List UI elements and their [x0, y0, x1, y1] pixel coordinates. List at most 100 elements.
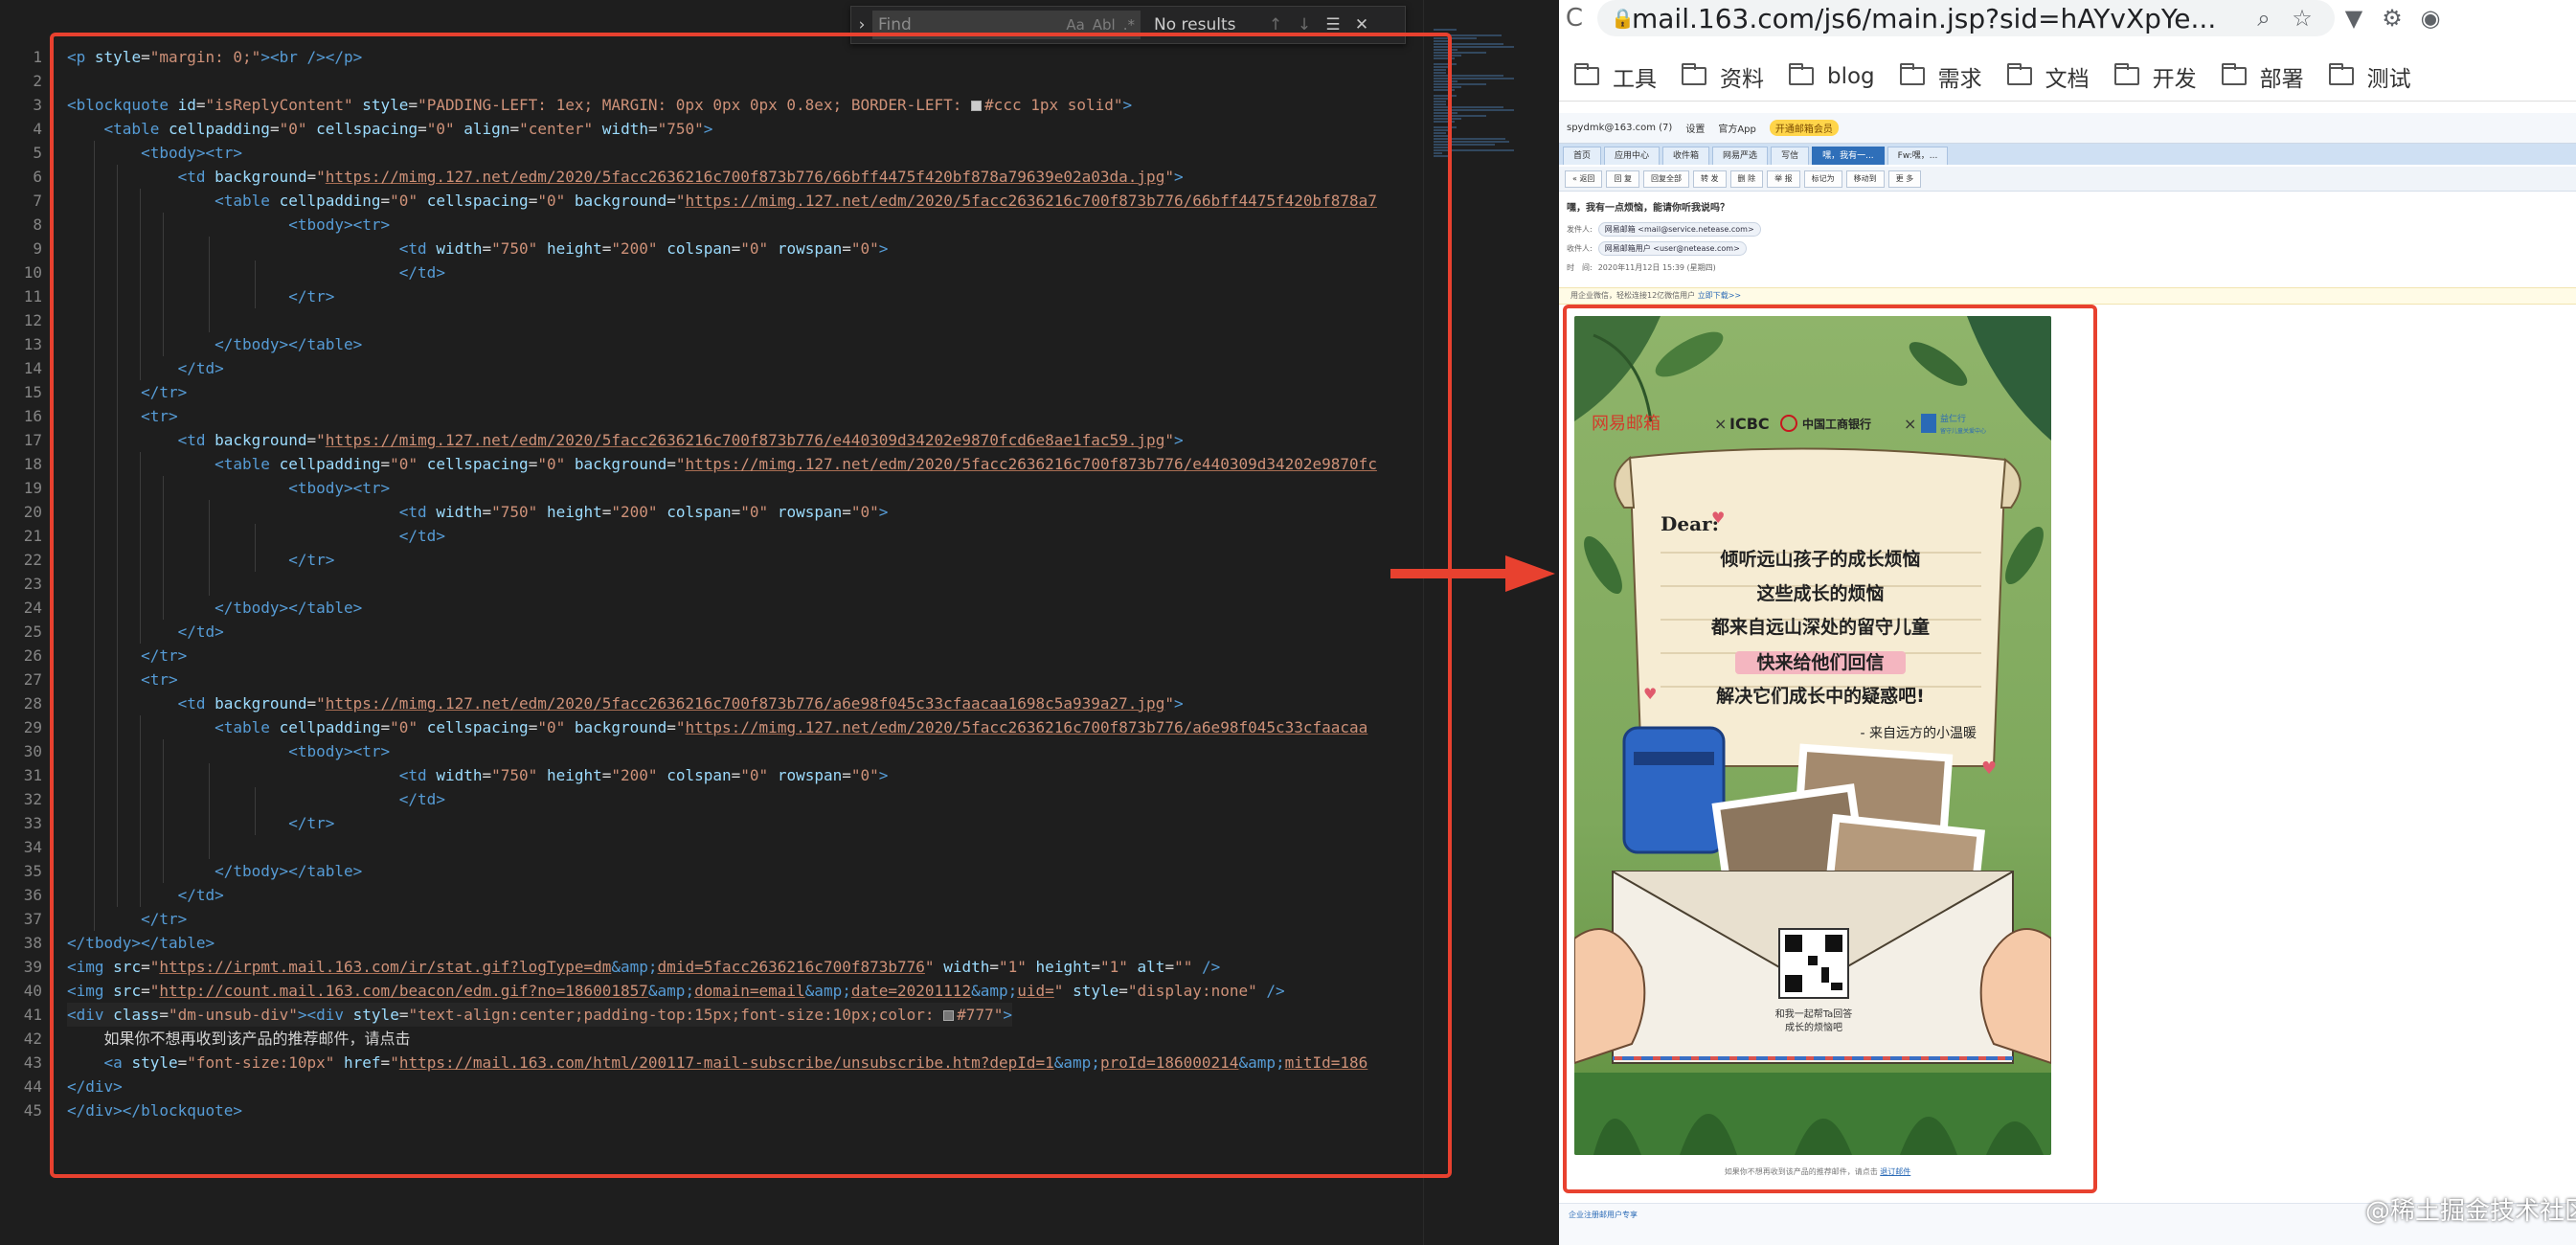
from-chip[interactable]: 网易邮箱 <mail@service.netease.com> [1597, 221, 1761, 237]
code-line[interactable]: <td width="750" height="200" colspan="0"… [67, 763, 889, 787]
code-line[interactable]: <table cellpadding="0" cellspacing="0" b… [67, 189, 1377, 213]
mail-tab[interactable]: 收件箱 [1662, 147, 1710, 165]
code-line[interactable]: </tr> [67, 907, 187, 931]
unsubscribe-link[interactable]: 退订邮件 [1880, 1167, 1910, 1176]
promo-poster-image[interactable]: 网易邮箱 × ICBC 中国工商银行 × 益仁行 留守儿童关爱中心 Dear: … [1574, 316, 2051, 1155]
top-link-app[interactable]: 官方App [1718, 121, 1756, 135]
code-line[interactable]: <table cellpadding="0" cellspacing="0" a… [67, 117, 713, 141]
to-chip[interactable]: 网易邮箱用户 <user@netease.com> [1597, 240, 1747, 256]
close-icon[interactable]: ✕ [1347, 15, 1376, 34]
mail-toolbar-button[interactable]: 回 复 [1606, 170, 1639, 188]
code-line[interactable]: </tr> [67, 284, 334, 308]
mail-toolbar-button[interactable]: 移动到 [1845, 170, 1885, 188]
code-area[interactable]: <p style="margin: 0;"><br /></p> <blockqu… [67, 0, 1419, 1245]
selection-icon[interactable]: ☰ [1319, 15, 1347, 34]
mail-tab[interactable]: 写信 [1771, 147, 1810, 165]
code-token: https://mimg.127.net/edm/2020/5facc26362… [685, 455, 1377, 473]
code-line[interactable]: </tr> [67, 548, 334, 572]
code-line[interactable]: </div> [67, 1075, 123, 1098]
star-icon[interactable]: ☆ [2283, 5, 2321, 32]
mail-tab[interactable]: Fw:嘿，... [1887, 147, 1949, 165]
notice-link[interactable]: 立即下载>> [1698, 291, 1741, 300]
mail-toolbar-button[interactable]: 标记为 [1803, 170, 1842, 188]
code-line[interactable]: </td> [67, 356, 224, 380]
bookmark-item[interactable]: 部署 [2221, 60, 2304, 93]
mail-tab[interactable]: 网易严选 [1712, 147, 1769, 165]
line-number: 27 [23, 670, 42, 689]
mail-toolbar-button[interactable]: 举 报 [1767, 170, 1800, 188]
code-line[interactable]: <td background="https://mimg.127.net/edm… [67, 165, 1184, 189]
code-line[interactable]: <table cellpadding="0" cellspacing="0" b… [67, 715, 1367, 739]
code-line[interactable]: <a style="font-size:10px" href="https://… [67, 1051, 1368, 1075]
find-input[interactable]: Find Aa Abl .* [872, 11, 1141, 39]
top-link-settings[interactable]: 设置 [1685, 121, 1705, 135]
settings-icon[interactable]: ⚙ [2373, 5, 2411, 32]
reload-icon[interactable]: C [1559, 4, 1590, 33]
code-line[interactable]: </tbody></table> [67, 596, 362, 620]
account-name[interactable]: spydmk@163.com (7) [1567, 123, 1672, 133]
code-line[interactable]: </tr> [67, 644, 187, 668]
code-line[interactable]: <tbody><tr> [67, 213, 390, 237]
code-line[interactable]: <table cellpadding="0" cellspacing="0" b… [67, 452, 1377, 476]
arrow-up-icon[interactable]: ↑ [1261, 15, 1290, 34]
code-line[interactable]: <td background="https://mimg.127.net/edm… [67, 691, 1184, 715]
vip-badge[interactable]: 开通邮箱会员 [1769, 120, 1839, 136]
code-line[interactable]: <blockquote id="isReplyContent" style="P… [67, 93, 1132, 117]
match-word-icon[interactable]: Abl [1093, 16, 1116, 34]
code-line[interactable]: </td> [67, 883, 224, 907]
code-line[interactable]: </td> [67, 524, 445, 548]
code-line[interactable]: <img src="https://irpmt.mail.163.com/ir/… [67, 955, 1220, 979]
code-line[interactable]: 如果你不想再收到该产品的推荐邮件，请点击 [67, 1027, 411, 1051]
code-line[interactable]: </div></blockquote> [67, 1098, 242, 1122]
chrome-icon[interactable]: ◉ [2411, 5, 2450, 32]
code-line[interactable]: </tbody></table> [67, 332, 362, 356]
lock-icon[interactable]: 🔒 [1611, 7, 1635, 30]
code-line[interactable]: <img src="http://count.mail.163.com/beac… [67, 979, 1285, 1003]
extension-icon[interactable]: ▼ [2335, 5, 2373, 32]
code-line[interactable]: </tr> [67, 811, 334, 835]
code-line[interactable]: </td> [67, 787, 445, 811]
mail-toolbar-button[interactable]: 更 多 [1887, 170, 1922, 188]
omnibox[interactable]: 🔒 mail.163.com/js6/main.jsp?sid=hAYvXpYe… [1597, 0, 2335, 36]
code-line[interactable]: </tbody></table> [67, 931, 215, 955]
mail-toolbar-button[interactable]: 回复全部 [1642, 170, 1689, 188]
mail-tab[interactable]: 应用中心 [1604, 147, 1661, 165]
bookmark-item[interactable]: 开发 [2113, 60, 2197, 93]
code-token: width [436, 766, 483, 784]
arrow-down-icon[interactable]: ↓ [1290, 15, 1319, 34]
code-line[interactable]: </td> [67, 260, 445, 284]
code-line[interactable]: <tbody><tr> [67, 476, 390, 500]
bookmark-item[interactable]: blog [1789, 63, 1875, 89]
code-line[interactable]: <tr> [67, 404, 178, 428]
chevron-right-icon[interactable]: › [851, 15, 872, 34]
mail-toolbar-button[interactable]: 转 发 [1692, 170, 1727, 188]
code-token: = [1119, 982, 1128, 1000]
code-line[interactable]: <tr> [67, 668, 178, 691]
match-case-icon[interactable]: Aa [1066, 16, 1084, 34]
bookmark-item[interactable]: 资料 [1682, 60, 1764, 93]
code-line[interactable]: <tbody><tr> [67, 739, 390, 763]
mail-tab[interactable]: 首页 [1563, 147, 1602, 165]
code-token: <blockquote [67, 96, 178, 114]
bookmark-item[interactable]: 文档 [2006, 60, 2090, 93]
code-line[interactable]: <div class="dm-unsub-div"><div style="te… [67, 1003, 1012, 1027]
mail-toolbar-button[interactable]: « 返回 [1565, 170, 1603, 188]
mail-tab[interactable]: 嘿，我有一... [1812, 147, 1885, 165]
code-line[interactable]: </tbody></table> [67, 859, 362, 883]
code-line[interactable]: </tr> [67, 380, 187, 404]
indent-guide [163, 739, 164, 883]
bookmark-item[interactable]: 测试 [2328, 60, 2411, 93]
regex-icon[interactable]: .* [1123, 16, 1135, 34]
code-line[interactable]: <td width="750" height="200" colspan="0"… [67, 237, 889, 260]
zoom-icon[interactable]: ⌕ [2245, 5, 2283, 32]
code-line[interactable]: <p style="margin: 0;"><br /></p> [67, 45, 362, 69]
bookmark-item[interactable]: 工具 [1574, 60, 1657, 93]
minimap[interactable] [1423, 0, 1559, 1245]
code-line[interactable]: </td> [67, 620, 224, 644]
bookmark-item[interactable]: 需求 [1899, 60, 1982, 93]
code-line[interactable]: <td width="750" height="200" colspan="0"… [67, 500, 889, 524]
code-line[interactable]: <td background="https://mimg.127.net/edm… [67, 428, 1184, 452]
footer-link[interactable]: 企业注册邮用户专享 [1569, 1210, 1638, 1220]
mail-toolbar-button[interactable]: 删 除 [1729, 170, 1764, 188]
